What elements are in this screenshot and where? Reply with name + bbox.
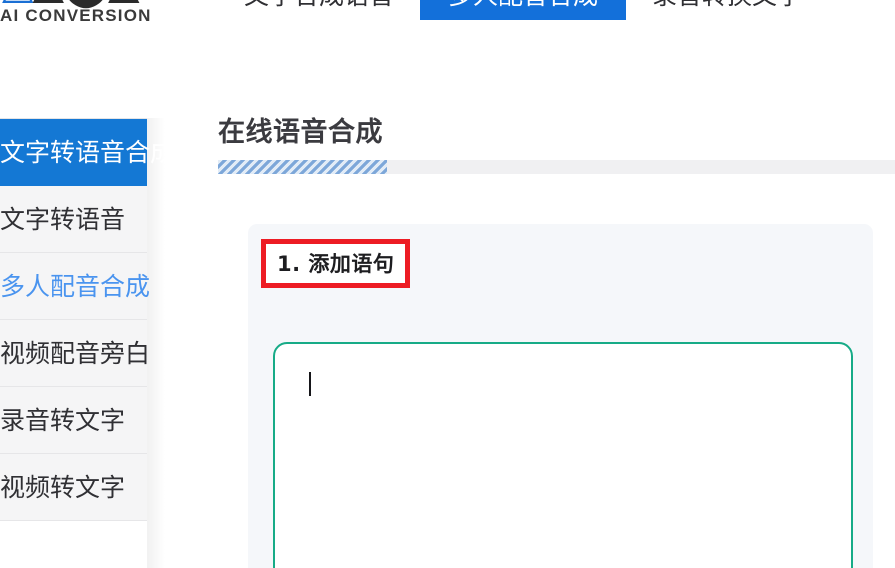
main-content: 在线语音合成 1. 添加语句 [218, 48, 895, 568]
sentence-textarea[interactable] [273, 342, 853, 568]
sidebar-item-label: 视频转文字 [0, 473, 126, 502]
sentence-input-wrapper [273, 342, 853, 568]
app-window: 文字转语音合成AI 文字转语音 多人配音合成 视频配音旁白 录音转文字 视频转文… [0, 0, 895, 568]
sidebar-item-label: 视频配音旁白 [0, 339, 151, 368]
text-caret [309, 372, 311, 396]
tab-audio-to-text[interactable]: 录音转换文字 [626, 0, 828, 20]
brand-logo-icon[interactable]: △▲⬤▲ AI CONVERSION [0, 0, 160, 26]
page-title: 在线语音合成 [218, 117, 383, 148]
tab-label: 文字合成语音 [244, 0, 394, 10]
add-sentence-card: 1. 添加语句 [248, 224, 873, 568]
sidebar-item-multi-voice[interactable]: 多人配音合成 [0, 253, 151, 320]
brand-logo-mark: △▲⬤▲ [2, 0, 139, 5]
step-1-label: 1. 添加语句 [277, 252, 395, 276]
tab-text-to-speech[interactable]: 文字合成语音 [218, 0, 420, 20]
sidebar-item-audio-to-text[interactable]: 录音转文字 [0, 387, 147, 454]
brand-logo-subtitle: AI CONVERSION [0, 6, 152, 25]
tab-label: 录音转换文字 [652, 0, 802, 10]
top-header: △▲⬤▲ AI CONVERSION 文字合成语音 多人配音合成 录音转换文字 [0, 0, 895, 48]
sidebar-item-label: 文字转语音 [0, 205, 126, 234]
sidebar-item-video-to-text[interactable]: 视频转文字 [0, 454, 147, 521]
sidebar-item-video-narration[interactable]: 视频配音旁白 [0, 320, 151, 387]
progress-bar [218, 160, 895, 174]
tab-multi-voice-synthesis[interactable]: 多人配音合成 [420, 0, 627, 20]
header-tab-bar: 文字合成语音 多人配音合成 录音转换文字 [218, 0, 828, 20]
tab-label: 多人配音合成 [448, 0, 598, 10]
progress-bar-fill [218, 160, 388, 174]
sidebar-nav: 文字转语音合成AI 文字转语音 多人配音合成 视频配音旁白 录音转文字 视频转文… [0, 118, 199, 521]
sidebar-item-label: 文字转语音合成AI [0, 138, 200, 167]
step-1-annotation: 1. 添加语句 [261, 239, 411, 288]
sidebar-item-text-to-voice[interactable]: 文字转语音 [0, 186, 147, 253]
sidebar-item-text-to-speech-ai[interactable]: 文字转语音合成AI [0, 119, 199, 186]
sidebar-item-label: 录音转文字 [0, 406, 126, 435]
sidebar-item-label: 多人配音合成 [0, 272, 151, 301]
red-highlight-box: 1. 添加语句 [261, 239, 411, 288]
